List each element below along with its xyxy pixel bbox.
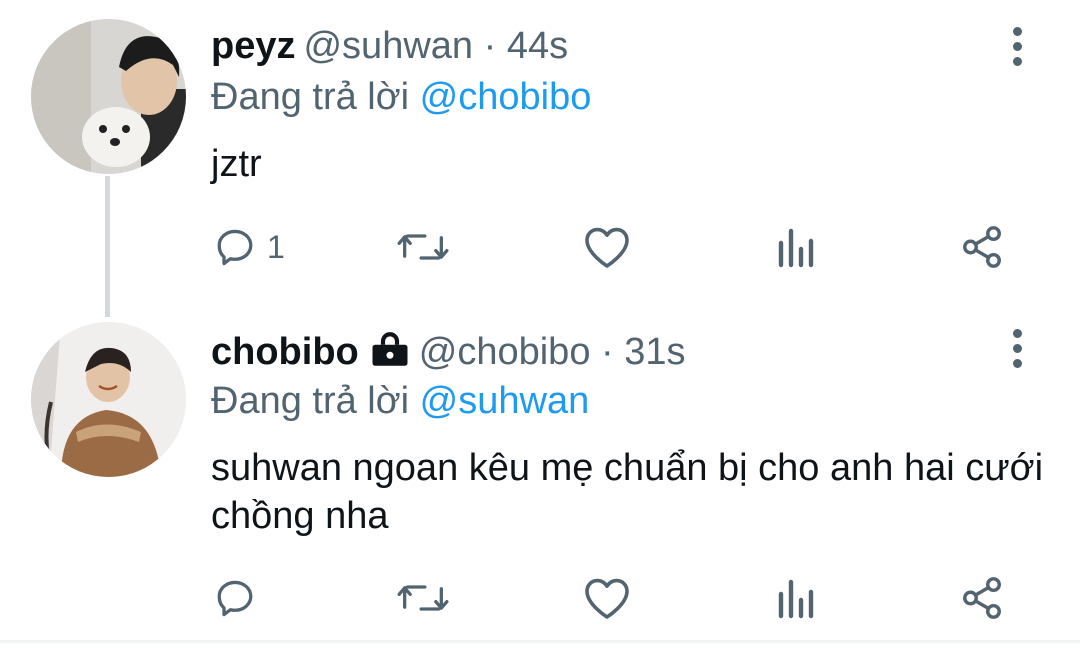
mention-link[interactable]: @chobibo (420, 76, 592, 118)
tweet-header: peyz @suhwan · 44s (211, 23, 568, 69)
divider (0, 640, 1080, 643)
tweet-2[interactable]: chobibo @chobibo · 31s Đang trả lời @suhw… (0, 300, 1080, 640)
analytics-icon (778, 579, 814, 619)
reply-prefix: Đang trả lời (211, 380, 410, 422)
avatar-image (31, 322, 186, 477)
reply-button[interactable]: 1 (213, 217, 285, 277)
timestamp[interactable]: 31s (624, 331, 685, 373)
tweet-header: chobibo @chobibo · 31s (211, 329, 686, 379)
like-button[interactable] (583, 217, 631, 277)
analytics-icon (778, 228, 814, 268)
display-name[interactable]: peyz (211, 25, 295, 67)
reply-button[interactable] (213, 568, 267, 628)
timestamp[interactable]: 44s (507, 25, 568, 67)
more-options-button[interactable] (1000, 21, 1034, 71)
retweet-button[interactable] (397, 568, 449, 628)
display-name[interactable]: chobibo (211, 331, 359, 373)
reply-prefix: Đang trả lời (211, 76, 410, 118)
tweet-text: suhwan ngoan kêu mẹ chuẩn bị cho anh hai… (211, 447, 1044, 537)
user-handle[interactable]: @chobibo (419, 331, 591, 373)
reply-icon (217, 580, 253, 617)
like-icon (585, 227, 629, 268)
reply-count: 1 (267, 228, 285, 265)
avatar[interactable] (31, 19, 186, 174)
lock-icon (369, 332, 411, 379)
separator-dot: · (483, 25, 497, 67)
analytics-button[interactable] (775, 568, 815, 628)
separator-dot: · (601, 331, 614, 373)
replying-to: Đang trả lời @chobibo (211, 74, 591, 120)
retweet-icon (397, 585, 449, 611)
retweet-button[interactable] (397, 217, 449, 277)
reply-icon (217, 229, 253, 266)
avatar[interactable] (31, 322, 186, 477)
retweet-icon (397, 234, 449, 260)
tweet-1[interactable]: peyz @suhwan · 44s Đang trả lời @chobibo … (0, 0, 1080, 300)
thread-connector-line (105, 176, 110, 317)
like-button[interactable] (583, 568, 631, 628)
share-icon (963, 226, 1001, 268)
share-button[interactable] (959, 217, 1005, 277)
tweet-text: jztr (211, 143, 262, 185)
user-handle[interactable]: @suhwan (303, 25, 473, 67)
analytics-button[interactable] (775, 217, 815, 277)
replying-to: Đang trả lời @suhwan (211, 378, 589, 424)
avatar-image (31, 19, 186, 174)
action-bar (211, 568, 1041, 628)
mention-link[interactable]: @suhwan (420, 380, 590, 422)
like-icon (585, 578, 629, 619)
action-bar: 1 (211, 217, 1041, 277)
share-button[interactable] (959, 568, 1005, 628)
more-options-button[interactable] (1000, 323, 1034, 373)
share-icon (963, 577, 1001, 619)
